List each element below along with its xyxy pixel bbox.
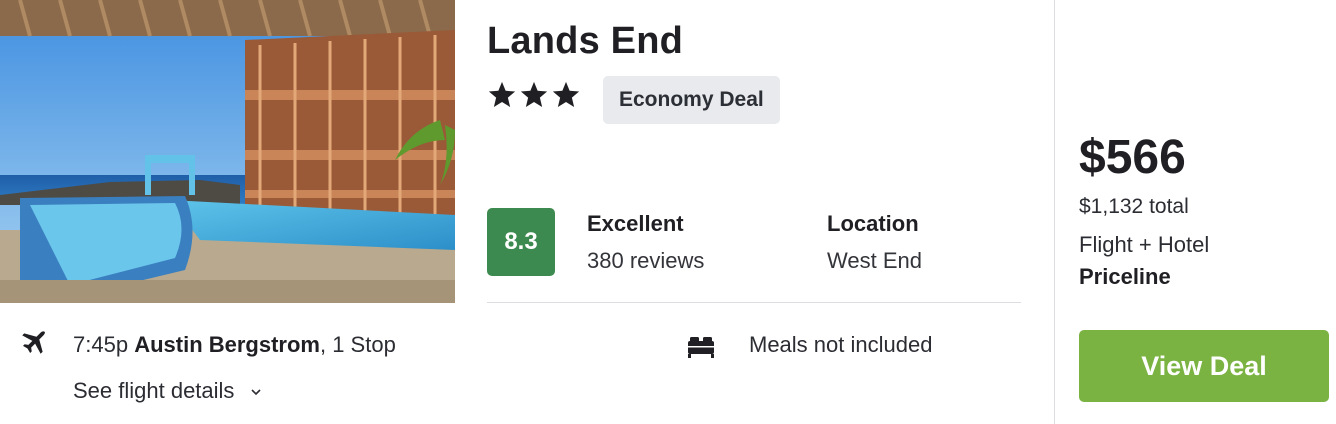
rating-label: Excellent — [587, 211, 684, 236]
location-label: Location — [827, 211, 919, 236]
view-deal-button[interactable]: View Deal — [1079, 330, 1329, 402]
price-per-person: $566 — [1079, 131, 1186, 184]
flight-airport: Austin Bergstrom — [134, 332, 320, 357]
flight-time: 7:45p — [73, 332, 129, 357]
star-icon — [552, 81, 580, 107]
star-icon — [520, 81, 548, 107]
total-price: $1,132 total — [1079, 195, 1189, 218]
review-score-badge: 8.3 — [487, 208, 555, 276]
flight-details-label: See flight details — [73, 378, 235, 403]
flight-summary: 7:45p Austin Bergstrom, 1 Stop — [73, 332, 396, 358]
hotel-photo[interactable] — [0, 0, 455, 303]
chevron-down-icon — [250, 389, 261, 396]
plane-icon — [22, 331, 45, 354]
star-icon — [488, 81, 516, 107]
meals-info: Meals not included — [749, 332, 933, 357]
review-count[interactable]: 380 reviews — [587, 248, 704, 274]
deal-badge: Economy Deal — [603, 76, 780, 124]
package-type: Flight + Hotel — [1079, 232, 1210, 257]
star-rating — [487, 80, 581, 110]
provider-name: Priceline — [1079, 264, 1171, 289]
divider — [487, 302, 1021, 303]
flight-stops: , 1 Stop — [319, 332, 396, 357]
hotel-name[interactable]: Lands End — [487, 20, 683, 63]
see-flight-details-link[interactable]: See flight details — [73, 378, 263, 404]
bed-icon — [688, 337, 714, 358]
location-area: West End — [827, 248, 922, 273]
column-divider — [1054, 0, 1055, 424]
